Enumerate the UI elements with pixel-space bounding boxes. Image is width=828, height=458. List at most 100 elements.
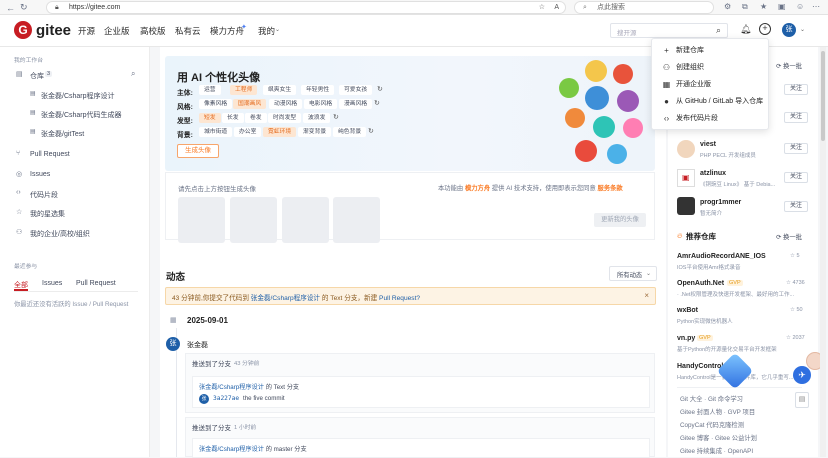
follow-button[interactable]: 关注 (784, 84, 808, 95)
swap-users-button[interactable]: ⟳ 换一批 (776, 61, 802, 70)
sidebar-item-pull-request[interactable]: Pull Request (30, 151, 70, 158)
user-avatar[interactable] (677, 140, 695, 158)
refresh-icon[interactable]: ↻ (333, 113, 339, 121)
swap-repos-button[interactable]: ⟳ 换一批 (776, 232, 802, 241)
option-pill[interactable]: 像素风格 (199, 99, 233, 109)
plus-circle-icon[interactable]: + (759, 23, 771, 35)
nav-edu[interactable]: 高校版 (140, 25, 166, 37)
option-pill[interactable]: 时尚发型 (268, 113, 302, 123)
option-pill[interactable]: 短发 (199, 113, 221, 123)
repo-link[interactable]: 张金磊/gitTest (41, 129, 84, 139)
sidebar-item-issues[interactable]: Issues (30, 171, 50, 178)
user-name-link[interactable]: viest (700, 141, 716, 148)
profile-icon[interactable]: ☺ (796, 2, 804, 11)
power-brand-link[interactable]: 模力方舟 (465, 185, 490, 192)
favorites-add-icon[interactable]: ☆ (539, 2, 545, 13)
avatar[interactable]: 张 (782, 23, 796, 37)
footer-link[interactable]: CopyCat 代码克隆检测 (680, 420, 744, 429)
split-screen-icon[interactable]: ⧉ (742, 2, 748, 12)
read-aloud-icon[interactable]: A (554, 2, 559, 13)
generate-avatar-button[interactable]: 生成头像 (177, 144, 219, 158)
menu-item-new-repo[interactable]: + 新建仓库 (652, 42, 770, 59)
recommended-repo-link[interactable]: AmrAudioRecordANE_IOS (677, 253, 766, 260)
option-pill[interactable]: 办公室 (234, 127, 262, 137)
nav-private-cloud[interactable]: 私有云 (175, 25, 201, 37)
menu-item-import[interactable]: ● 从 GitHub / GitLab 导入仓库 (652, 93, 770, 110)
collections-icon[interactable]: ▣ (778, 2, 786, 11)
bell-icon[interactable]: 🔔︎ (740, 24, 751, 35)
option-pill[interactable]: 波浪发 (303, 113, 331, 123)
repo-link[interactable]: 张金磊/Csharp代码生成器 (41, 110, 122, 120)
option-pill[interactable]: 城市街道 (199, 127, 233, 137)
menu-item-create-org[interactable]: ⚇ 创建组织 (652, 59, 770, 76)
sidebar-item-organizations[interactable]: 我的企业/高校/组织 (30, 229, 90, 239)
close-icon[interactable]: × (644, 291, 649, 300)
option-pill[interactable]: 运营 (199, 85, 221, 95)
follow-button[interactable]: 关注 (784, 201, 808, 212)
notice-pr-link[interactable]: Pull Request? (379, 295, 420, 302)
notice-repo-link[interactable]: 张金磊/Csharp程序设计 (251, 295, 320, 302)
user-name-link[interactable]: atzlinux (700, 170, 726, 177)
follow-button[interactable]: 关注 (784, 172, 808, 183)
feed-user[interactable]: 张金磊 (187, 340, 208, 350)
search-icon[interactable]: ⌕ (716, 25, 721, 36)
option-pill[interactable]: 可爱女孩 (339, 85, 373, 95)
address-bar[interactable]: 🔒︎ https://gitee.com ☆ A (46, 1, 566, 14)
more-icon[interactable]: ⋯ (812, 2, 820, 11)
terms-link[interactable]: 服务条款 (598, 185, 623, 192)
sidebar-item-starred[interactable]: 我的星选集 (30, 209, 65, 219)
tab-pull-request[interactable]: Pull Request (76, 280, 116, 287)
option-pill[interactable]: 国潮画风 (233, 99, 267, 109)
option-pill[interactable]: 渐变背景 (298, 127, 332, 137)
chat-icon[interactable]: ✈ (793, 366, 811, 384)
nav-open-source[interactable]: 开源 (78, 25, 95, 37)
sidebar-item-repos[interactable]: 仓库 (30, 71, 44, 81)
favorites-icon[interactable]: ★ (760, 2, 767, 11)
footer-link[interactable]: Gitee 封面人物 · GVP 项目 (680, 407, 755, 416)
recommended-repo-link[interactable]: wxBot (677, 307, 698, 314)
option-pill[interactable]: 长发 (222, 113, 244, 123)
browser-search[interactable]: ⌕ 点此搜索 (574, 1, 714, 14)
feedback-icon[interactable]: ▤ (795, 392, 809, 408)
option-pill[interactable]: 霓虹环境 (263, 127, 297, 137)
recommended-repo-link[interactable]: HandyControl (677, 363, 723, 370)
page-scrollbar[interactable] (820, 47, 826, 457)
feed-filter-select[interactable]: 所有动态 ⌄ (609, 266, 657, 281)
option-pill[interactable]: 纯色背景 (333, 127, 367, 137)
option-pill[interactable]: 工程师 (230, 85, 258, 95)
user-avatar[interactable]: ▣ (677, 169, 695, 187)
refresh-icon[interactable]: ↻ (368, 127, 374, 135)
footer-link[interactable]: Gitee 博客 · Gitee 公益计划 (680, 433, 757, 442)
follow-button[interactable]: 关注 (784, 112, 808, 123)
refresh-icon[interactable]: ↻ (20, 2, 28, 13)
menu-item-enterprise[interactable]: ▦ 开通企业版 (652, 76, 770, 93)
site-search-input[interactable]: 搜开源 ⌕ (610, 23, 728, 38)
user-name-link[interactable]: progr1mmer (700, 199, 741, 206)
repo-link[interactable]: 张金磊/Csharp程序设计 (41, 91, 115, 101)
footer-link[interactable]: Git 大全 · Git 命令学习 (680, 394, 743, 403)
sidebar-item-snippets[interactable]: 代码片段 (30, 190, 58, 200)
nav-enterprise[interactable]: 企业版 (104, 25, 130, 37)
gitee-logo[interactable]: G gitee (14, 21, 71, 39)
commit-hash-link[interactable]: 3a227ae (213, 395, 239, 402)
nav-moli-fangzhou[interactable]: 模力方舟 (210, 25, 244, 37)
extensions-icon[interactable]: ⚙ (724, 2, 731, 11)
refresh-icon[interactable]: ↻ (374, 99, 380, 107)
tab-issues[interactable]: Issues (42, 280, 62, 287)
nav-mine[interactable]: 我的 (258, 25, 275, 37)
menu-item-snippet[interactable]: ‹› 发布代码片段 (652, 110, 770, 127)
follow-button[interactable]: 关注 (784, 143, 808, 154)
avatar[interactable]: 张 (166, 337, 180, 351)
recommended-repo-link[interactable]: vn.py (677, 335, 695, 342)
option-pill[interactable]: 年轻男性 (301, 85, 335, 95)
option-pill[interactable]: 漫画风格 (339, 99, 373, 109)
back-icon[interactable]: ← (6, 3, 15, 13)
scrollbar-thumb[interactable] (821, 51, 825, 141)
option-pill[interactable]: 动漫风格 (269, 99, 303, 109)
footer-link[interactable]: Gitee 持续集成 · OpenAPI (680, 446, 753, 455)
recommended-repo-link[interactable]: OpenAuth.Net (677, 280, 724, 287)
event-repo-link[interactable]: 张金磊/Csharp程序设计 (199, 384, 264, 391)
option-pill[interactable]: 卷发 (245, 113, 267, 123)
user-avatar[interactable] (677, 197, 695, 215)
event-repo-link[interactable]: 张金磊/Csharp程序设计 (199, 446, 264, 453)
